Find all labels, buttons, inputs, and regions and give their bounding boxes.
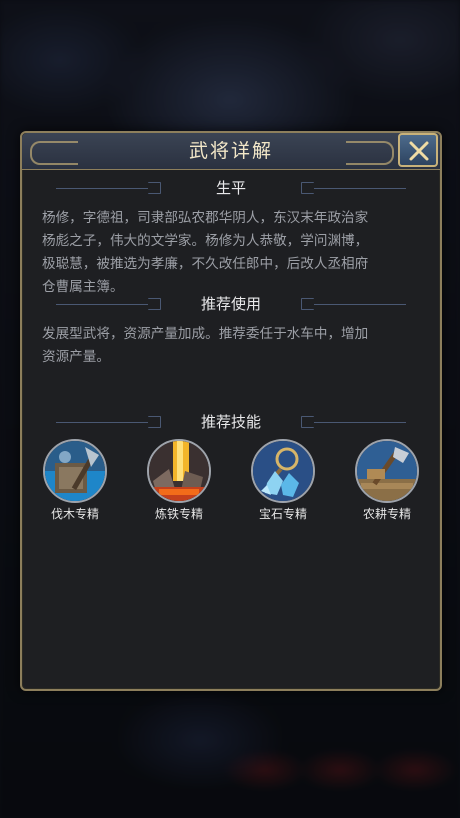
divider-line bbox=[314, 422, 406, 423]
close-button[interactable] bbox=[398, 133, 438, 167]
farming-hoe-icon bbox=[355, 439, 419, 503]
skill-gemstone[interactable]: 宝石专精 bbox=[248, 439, 318, 521]
close-x-icon bbox=[409, 141, 429, 161]
skills-section-header: 推荐技能 bbox=[56, 412, 406, 432]
iron-smelting-icon bbox=[147, 439, 211, 503]
skill-iron-smelting[interactable]: 炼铁专精 bbox=[144, 439, 214, 521]
divider-ornament bbox=[301, 182, 314, 194]
skill-label: 农耕专精 bbox=[362, 507, 411, 521]
axe-logging-icon bbox=[43, 439, 107, 503]
usage-line: 发展型武将，资源产量加成。推荐委任于水车中，增加 bbox=[42, 326, 369, 342]
divider-line bbox=[314, 304, 406, 305]
skill-farming[interactable]: 农耕专精 bbox=[352, 439, 422, 521]
biography-line: 杨修，字德祖，司隶部弘农郡华阴人，东汉末年政治家 bbox=[42, 210, 369, 226]
divider-line bbox=[314, 188, 406, 189]
divider-ornament bbox=[301, 298, 314, 310]
dialog-header: 武将详解 bbox=[22, 133, 440, 170]
skill-label: 炼铁专精 bbox=[154, 507, 203, 521]
biography-line: 极聪慧，被推选为孝廉，不久改任郎中，后改人丞相府 bbox=[42, 256, 369, 272]
biography-line: 杨彪之子，伟大的文学家。杨修为人恭敬，学问渊博， bbox=[42, 233, 369, 249]
dialog-title: 武将详解 bbox=[188, 140, 273, 162]
skill-label: 宝石专精 bbox=[258, 507, 307, 521]
general-detail-dialog: 武将详解 生平 杨修，字德祖，司隶部弘农郡华阴人，东汉末年政治家 杨彪之子，伟大… bbox=[20, 131, 442, 691]
biography-text: 杨修，字德祖，司隶部弘农郡华阴人，东汉末年政治家 杨彪之子，伟大的文学家。杨修为… bbox=[42, 207, 424, 299]
divider-ornament bbox=[301, 416, 314, 428]
skill-logging[interactable]: 伐木专精 bbox=[40, 439, 110, 521]
usage-text: 发展型武将，资源产量加成。推荐委任于水车中，增加 资源产量。 bbox=[42, 323, 424, 369]
usage-section-header: 推荐使用 bbox=[56, 294, 406, 314]
usage-line: 资源产量。 bbox=[42, 349, 110, 365]
biography-section-header: 生平 bbox=[56, 178, 406, 198]
gemstone-icon bbox=[251, 439, 315, 503]
skill-label: 伐木专精 bbox=[50, 507, 99, 521]
